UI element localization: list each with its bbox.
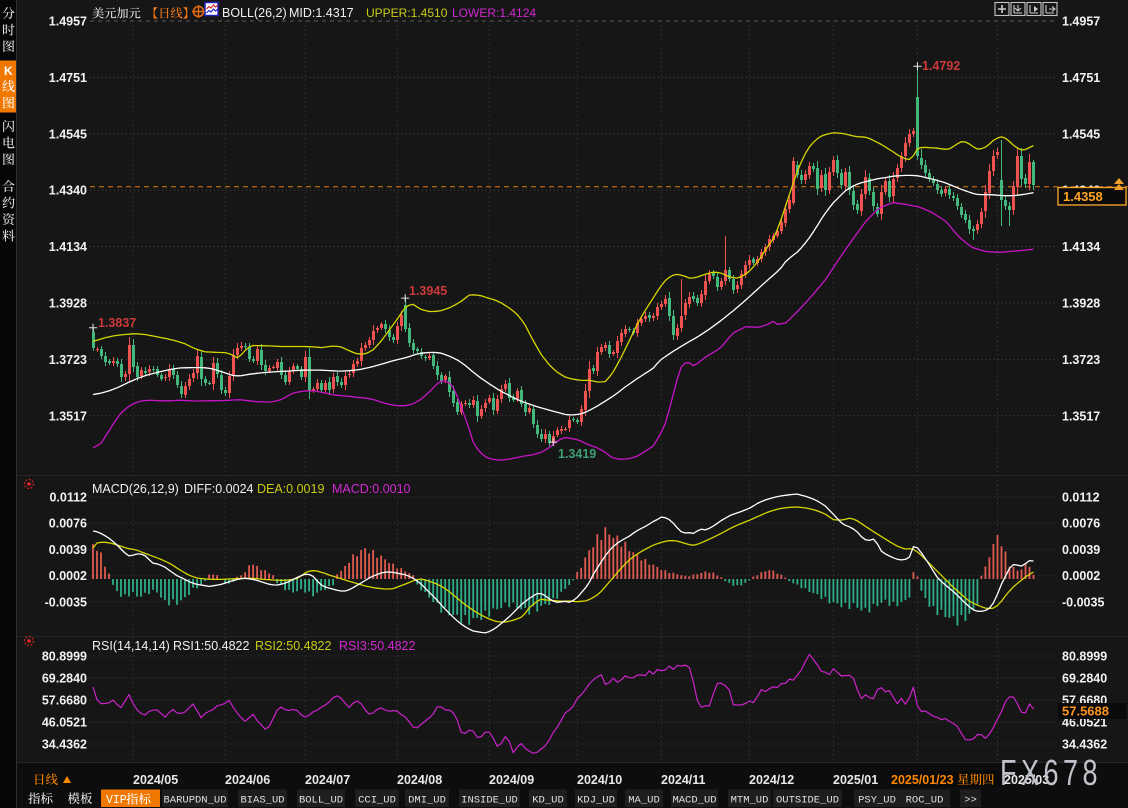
svg-text:BOLL(26,2): BOLL(26,2) xyxy=(222,6,287,20)
svg-text:1.4751: 1.4751 xyxy=(1062,71,1100,85)
svg-text:0.0076: 0.0076 xyxy=(1062,517,1100,531)
svg-text:1.3723: 1.3723 xyxy=(49,353,87,367)
svg-text:1.3837: 1.3837 xyxy=(98,316,136,330)
svg-text:BIAS_UD: BIAS_UD xyxy=(240,795,284,807)
svg-text:1.4358: 1.4358 xyxy=(1063,189,1103,204)
svg-text:1.3928: 1.3928 xyxy=(49,297,87,311)
svg-text:46.0521: 46.0521 xyxy=(42,716,87,730)
svg-text:0.0039: 0.0039 xyxy=(1062,543,1100,557)
svg-text:1.4134: 1.4134 xyxy=(1062,240,1100,254)
svg-text:2024/05: 2024/05 xyxy=(133,773,178,787)
svg-text:57.6680: 57.6680 xyxy=(42,694,87,708)
svg-text:-0.0035: -0.0035 xyxy=(1062,595,1104,609)
svg-text:69.2840: 69.2840 xyxy=(42,672,87,686)
svg-text:2024/10: 2024/10 xyxy=(577,773,622,787)
svg-text:DMI_UD: DMI_UD xyxy=(408,795,446,807)
svg-text:0.0002: 0.0002 xyxy=(49,569,87,583)
svg-text:UPPER:1.4510: UPPER:1.4510 xyxy=(366,6,448,20)
svg-text:1.4340: 1.4340 xyxy=(49,184,87,198)
svg-text:DIFF:0.0024: DIFF:0.0024 xyxy=(184,482,254,496)
svg-text:34.4362: 34.4362 xyxy=(42,738,87,752)
svg-text:BOLL_UD: BOLL_UD xyxy=(299,795,343,807)
svg-text:0.0002: 0.0002 xyxy=(1062,569,1100,583)
svg-text:PSY_UD: PSY_UD xyxy=(858,795,896,807)
svg-text:BARUPDN_UD: BARUPDN_UD xyxy=(163,795,226,807)
svg-text:1.3945: 1.3945 xyxy=(409,284,447,298)
svg-text:ROC_UD: ROC_UD xyxy=(906,795,944,807)
svg-text:MA_UD: MA_UD xyxy=(628,795,660,807)
svg-text:1.3723: 1.3723 xyxy=(1062,353,1100,367)
svg-text:1.3517: 1.3517 xyxy=(49,409,87,423)
svg-text:57.5688: 57.5688 xyxy=(1062,704,1109,719)
svg-text:1.4957: 1.4957 xyxy=(49,15,87,29)
svg-text:1.4545: 1.4545 xyxy=(49,127,87,141)
svg-text:MACD_UD: MACD_UD xyxy=(672,795,716,807)
svg-text:OUTSIDE_UD: OUTSIDE_UD xyxy=(776,795,839,807)
svg-text:K: K xyxy=(4,64,13,78)
svg-text:MTM_UD: MTM_UD xyxy=(731,795,769,807)
svg-text:1.3928: 1.3928 xyxy=(1062,297,1100,311)
svg-text:FX678: FX678 xyxy=(1000,752,1102,793)
svg-text:KD_UD: KD_UD xyxy=(532,795,564,807)
svg-text:1.3419: 1.3419 xyxy=(558,447,596,461)
svg-text:RSI2:50.4822: RSI2:50.4822 xyxy=(255,639,331,653)
svg-text:0.0039: 0.0039 xyxy=(49,543,87,557)
svg-text:>>: >> xyxy=(964,795,977,807)
svg-text:INSIDE_UD: INSIDE_UD xyxy=(461,795,518,807)
svg-text:1.4751: 1.4751 xyxy=(49,71,87,85)
svg-text:-0.0035: -0.0035 xyxy=(45,595,87,609)
svg-text:2024/06: 2024/06 xyxy=(225,773,270,787)
svg-text:34.4362: 34.4362 xyxy=(1062,738,1107,752)
svg-text:2024/07: 2024/07 xyxy=(305,773,350,787)
svg-text:VIP: VIP xyxy=(106,794,127,807)
svg-text:80.8999: 80.8999 xyxy=(1062,650,1107,664)
svg-text:1.4134: 1.4134 xyxy=(49,240,87,254)
svg-text:0.0112: 0.0112 xyxy=(49,491,87,505)
svg-text:69.2840: 69.2840 xyxy=(1062,672,1107,686)
svg-text:MID:1.4317: MID:1.4317 xyxy=(289,6,354,20)
svg-text:0.0112: 0.0112 xyxy=(1062,491,1100,505)
svg-text:1.3517: 1.3517 xyxy=(1062,409,1100,423)
svg-text:0.0076: 0.0076 xyxy=(49,517,87,531)
svg-text:2025/01/23: 2025/01/23 xyxy=(891,773,954,787)
svg-text:2024/08: 2024/08 xyxy=(397,773,442,787)
svg-text:1.4957: 1.4957 xyxy=(1062,15,1100,29)
svg-text:KDJ_UD: KDJ_UD xyxy=(577,795,615,807)
svg-text:DEA:0.0019: DEA:0.0019 xyxy=(257,482,324,496)
svg-text:2024/12: 2024/12 xyxy=(749,773,794,787)
svg-text:2024/09: 2024/09 xyxy=(489,773,534,787)
svg-text:CCI_UD: CCI_UD xyxy=(358,795,396,807)
svg-text:LOWER:1.4124: LOWER:1.4124 xyxy=(452,6,536,20)
svg-text:MACD:0.0010: MACD:0.0010 xyxy=(332,482,411,496)
svg-text:MACD(26,12,9): MACD(26,12,9) xyxy=(92,482,179,496)
svg-text:RSI(14,14,14): RSI(14,14,14) xyxy=(92,639,170,653)
svg-text:RSI1:50.4822: RSI1:50.4822 xyxy=(173,639,249,653)
svg-text:1.4792: 1.4792 xyxy=(922,59,960,73)
svg-text:80.8999: 80.8999 xyxy=(42,650,87,664)
svg-text:2025/01: 2025/01 xyxy=(833,773,878,787)
svg-text:2024/11: 2024/11 xyxy=(661,773,706,787)
svg-text:1.4545: 1.4545 xyxy=(1062,127,1100,141)
svg-text:RSI3:50.4822: RSI3:50.4822 xyxy=(339,639,415,653)
